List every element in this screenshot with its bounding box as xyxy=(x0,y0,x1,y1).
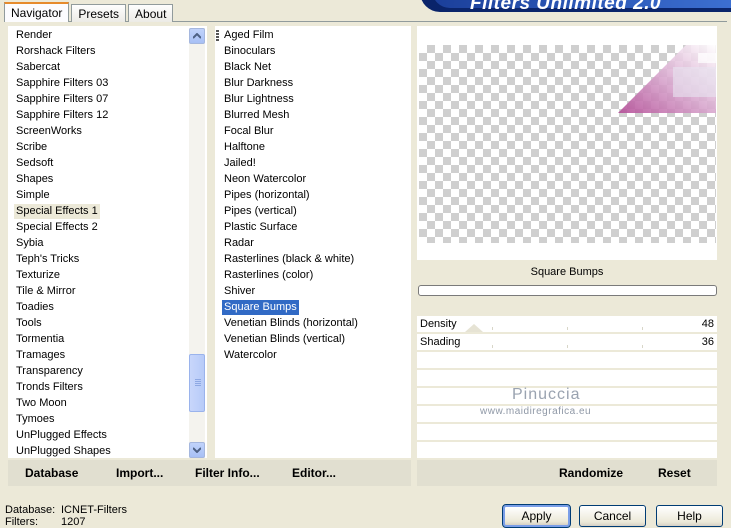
filter-name-label: Square Bumps xyxy=(530,266,604,278)
parameter-row-empty xyxy=(417,442,717,459)
filter-item[interactable]: Rasterlines (color) xyxy=(222,268,315,283)
category-item[interactable]: Special Effects 2 xyxy=(14,220,100,235)
filter-item[interactable]: Venetian Blinds (horizontal) xyxy=(222,316,360,331)
parameter-row-empty xyxy=(417,352,717,369)
chevron-up-icon xyxy=(193,33,201,39)
filter-item[interactable]: Radar xyxy=(222,236,256,251)
category-item[interactable]: UnPlugged Effects xyxy=(14,428,109,443)
filter-item[interactable]: Pipes (vertical) xyxy=(222,204,299,219)
filter-item[interactable]: Rasterlines (black & white) xyxy=(222,252,356,267)
parameter-row-empty xyxy=(417,424,717,441)
filter-item[interactable]: Blurred Mesh xyxy=(222,108,291,123)
parameter-label: Shading xyxy=(420,336,461,348)
filters-info-label: Filters: xyxy=(5,516,38,528)
filter-item[interactable]: Binoculars xyxy=(222,44,277,59)
filter-item[interactable]: Neon Watercolor xyxy=(222,172,308,187)
filter-item[interactable]: Blur Darkness xyxy=(222,76,295,91)
category-item[interactable]: Tile & Mirror xyxy=(14,284,77,299)
import-button[interactable]: Import... xyxy=(116,466,163,480)
progress-bar xyxy=(418,285,717,296)
slider-tick xyxy=(642,345,643,348)
scroll-up-button[interactable] xyxy=(189,28,205,44)
help-button[interactable]: Help xyxy=(656,505,723,527)
filter-item[interactable]: Square Bumps xyxy=(222,300,299,315)
category-item[interactable]: Shapes xyxy=(14,172,55,187)
editor-button[interactable]: Editor... xyxy=(292,466,336,480)
filter-item[interactable]: Jailed! xyxy=(222,156,258,171)
filter-item[interactable]: Blur Lightness xyxy=(222,92,296,107)
parameter-row[interactable]: Shading 36 xyxy=(417,334,717,351)
preview-effect-shape xyxy=(618,45,716,113)
category-item[interactable]: Toadies xyxy=(14,300,56,315)
database-info-label: Database: xyxy=(5,504,56,516)
filter-info-button[interactable]: Filter Info... xyxy=(195,466,260,480)
slider-tick xyxy=(492,345,493,348)
database-button[interactable]: Database xyxy=(25,466,78,480)
category-item[interactable]: Simple xyxy=(14,188,52,203)
tab-presets[interactable]: Presets xyxy=(71,4,127,22)
slider-tick xyxy=(567,327,568,330)
filter-item[interactable]: Black Net xyxy=(222,60,273,75)
filter-item[interactable]: Aged Film xyxy=(222,28,276,43)
slider-tick xyxy=(642,327,643,330)
category-item[interactable]: Sapphire Filters 03 xyxy=(14,76,110,91)
tab-navigator[interactable]: Navigator xyxy=(4,2,70,22)
category-item[interactable]: Transparency xyxy=(14,364,85,379)
category-item[interactable]: Sapphire Filters 07 xyxy=(14,92,110,107)
category-item[interactable]: Teph's Tricks xyxy=(14,252,81,267)
category-item[interactable]: Texturize xyxy=(14,268,62,283)
category-item[interactable]: Tramages xyxy=(14,348,67,363)
tab-about[interactable]: About xyxy=(128,4,174,22)
filters-info: Filters: 1207 xyxy=(5,516,85,528)
scroll-thumb[interactable] xyxy=(189,354,205,412)
filter-item[interactable]: Pipes (horizontal) xyxy=(222,188,312,203)
filter-item[interactable]: Venetian Blinds (vertical) xyxy=(222,332,347,347)
reset-button[interactable]: Reset xyxy=(658,466,691,480)
category-item[interactable]: Tormentia xyxy=(14,332,66,347)
cancel-button[interactable]: Cancel xyxy=(579,505,646,527)
tab-strip: Navigator Presets About xyxy=(4,2,175,22)
category-item[interactable]: Special Effects 1 xyxy=(14,204,100,219)
watermark-url: www.maidiregrafica.eu xyxy=(480,406,592,417)
slider-marker-icon[interactable] xyxy=(465,324,483,332)
category-item[interactable]: Sabercat xyxy=(14,60,62,75)
parameter-label: Density xyxy=(420,318,457,330)
category-item[interactable]: Sybia xyxy=(14,236,46,251)
category-item[interactable]: UnPlugged Shapes xyxy=(14,444,113,459)
filter-item[interactable]: Watercolor xyxy=(222,348,279,363)
parameter-value: 36 xyxy=(701,336,714,348)
scroll-down-button[interactable] xyxy=(189,442,205,458)
parameter-value: 48 xyxy=(701,318,714,330)
parameter-row[interactable]: Density 48 xyxy=(417,316,717,333)
category-scrollbar[interactable] xyxy=(189,28,205,458)
category-item[interactable]: Two Moon xyxy=(14,396,69,411)
filter-item[interactable]: Plastic Surface xyxy=(222,220,299,235)
filter-item[interactable]: Halftone xyxy=(222,140,267,155)
database-info: Database: ICNET-Filters xyxy=(5,504,127,516)
list-resize-grip-icon xyxy=(216,30,219,42)
category-item[interactable]: Sapphire Filters 12 xyxy=(14,108,110,123)
parameter-row-empty xyxy=(417,370,717,387)
category-item[interactable]: Sedsoft xyxy=(14,156,55,171)
category-item[interactable]: ScreenWorks xyxy=(14,124,84,139)
category-item[interactable]: Tronds Filters xyxy=(14,380,85,395)
category-item[interactable]: Tymoes xyxy=(14,412,57,427)
slider-tick xyxy=(567,345,568,348)
filter-item[interactable]: Shiver xyxy=(222,284,257,299)
category-item[interactable]: Render xyxy=(14,28,54,43)
filter-item[interactable]: Focal Blur xyxy=(222,124,276,139)
database-info-value: ICNET-Filters xyxy=(61,504,127,516)
category-item[interactable]: Tools xyxy=(14,316,44,331)
slider-tick xyxy=(492,327,493,330)
randomize-button[interactable]: Randomize xyxy=(559,466,623,480)
banner-title: Filters Unlimited 2.0 xyxy=(470,0,662,14)
category-item[interactable]: Rorshack Filters xyxy=(14,44,97,59)
apply-button[interactable]: Apply xyxy=(502,504,571,528)
filters-info-value: 1207 xyxy=(61,516,86,528)
chevron-down-icon xyxy=(193,447,201,453)
category-item[interactable]: Scribe xyxy=(14,140,49,155)
watermark-name: Pinuccia xyxy=(512,386,581,403)
